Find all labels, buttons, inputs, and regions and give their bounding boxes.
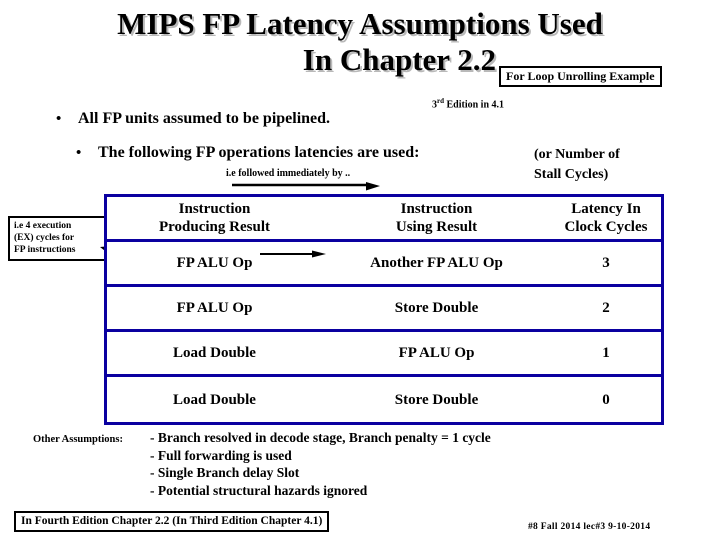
column-header-latency: Latency In Clock Cycles — [551, 200, 661, 236]
edition-reference-box: In Fourth Edition Chapter 2.2 (In Third … — [14, 511, 330, 532]
column-header-line-1: Instruction — [400, 201, 473, 217]
other-assumptions-label: Other Assumptions: — [33, 434, 123, 445]
followed-immediately-arrow-icon — [232, 182, 380, 191]
list-item: - Full forwarding is used — [150, 447, 292, 463]
cell-latency: 0 — [602, 391, 610, 408]
other-assumptions-list: - Branch resolved in decode stage, Branc… — [150, 429, 491, 499]
column-header-using-result: Instruction Using Result — [322, 200, 551, 236]
cell-latency: 3 — [602, 255, 610, 271]
column-header-line-2: Clock Cycles — [564, 219, 648, 235]
fp-latency-table: Instruction Producing Result Instruction… — [104, 194, 664, 425]
edition-note-ordinal: rd — [437, 97, 444, 105]
cell-producing-result: Load Double — [173, 391, 256, 408]
cell-producing-result: FP ALU Op — [176, 300, 253, 316]
cell-producing-result: Load Double — [173, 345, 256, 361]
column-header-line-2: Using Result — [395, 219, 478, 235]
cell-using-result: FP ALU Op — [398, 345, 475, 361]
bullet-text: All FP units assumed to be pipelined. — [78, 110, 331, 127]
first-row-dependency-arrow-icon — [260, 250, 326, 258]
list-item: • All FP units assumed to be pipelined. — [56, 108, 576, 130]
ex-cycles-callout-line-2: (EX) cycles for — [14, 233, 75, 243]
ex-cycles-callout: i.e 4 execution (EX) cycles for FP instr… — [8, 216, 109, 261]
edition-reference-label: In Fourth Edition Chapter 2.2 (In Third … — [21, 515, 323, 527]
ex-cycles-callout-line-1: i.e 4 execution — [14, 221, 72, 231]
cell-using-result: Store Double — [394, 300, 479, 316]
slide-footer-meta: #8 Fall 2014 lec#3 9-10-2014 — [528, 522, 651, 532]
ex-cycles-callout-line-3: FP instructions — [14, 245, 76, 255]
cell-using-result: Another FP ALU Op — [370, 255, 503, 271]
bullet-dot-icon: • — [56, 111, 62, 127]
column-header-line-2: Producing Result — [159, 219, 270, 235]
cell-using-result: Store Double — [394, 391, 479, 408]
cell-latency: 1 — [602, 345, 610, 361]
stall-cycles-note-line-2: Stall Cycles) — [534, 167, 609, 182]
column-header-producing-result: Instruction Producing Result — [107, 200, 322, 236]
cell-latency: 2 — [602, 300, 610, 316]
table-row: FP ALU Op Another FP ALU Op 3 — [107, 242, 661, 287]
list-item: - Single Branch delay Slot — [150, 465, 300, 480]
list-item: • The following FP operations latencies … — [76, 142, 576, 164]
table-header-row: Instruction Producing Result Instruction… — [107, 197, 661, 242]
stall-cycles-note: (or Number of Stall Cycles) — [534, 145, 620, 185]
bullet-dot-icon: • — [76, 145, 82, 161]
for-loop-unrolling-example-label: For Loop Unrolling Example — [506, 69, 655, 83]
bullet-list: • All FP units assumed to be pipelined. … — [56, 108, 576, 164]
title-line-1: MIPS FP Latency Assumptions Used — [117, 6, 603, 41]
list-item: - Potential structural hazards ignored — [150, 482, 368, 498]
slide-canvas: MIPS FP Latency Assumptions Used In Chap… — [0, 0, 720, 540]
table-row: FP ALU Op Store Double 2 — [107, 287, 661, 332]
column-header-line-1: Latency In — [571, 201, 641, 217]
table-row: Load Double FP ALU Op 1 — [107, 332, 661, 377]
stall-cycles-note-line-1: (or Number of — [534, 147, 620, 162]
followed-immediately-note: i.e followed immediately by .. — [226, 168, 351, 179]
bullet-text: The following FP operations latencies ar… — [98, 144, 420, 161]
table-row: Load Double Store Double 0 — [107, 377, 661, 422]
list-item: - Branch resolved in decode stage, Branc… — [150, 430, 491, 445]
column-header-line-1: Instruction — [178, 201, 251, 217]
for-loop-unrolling-example-box: For Loop Unrolling Example — [499, 66, 662, 87]
